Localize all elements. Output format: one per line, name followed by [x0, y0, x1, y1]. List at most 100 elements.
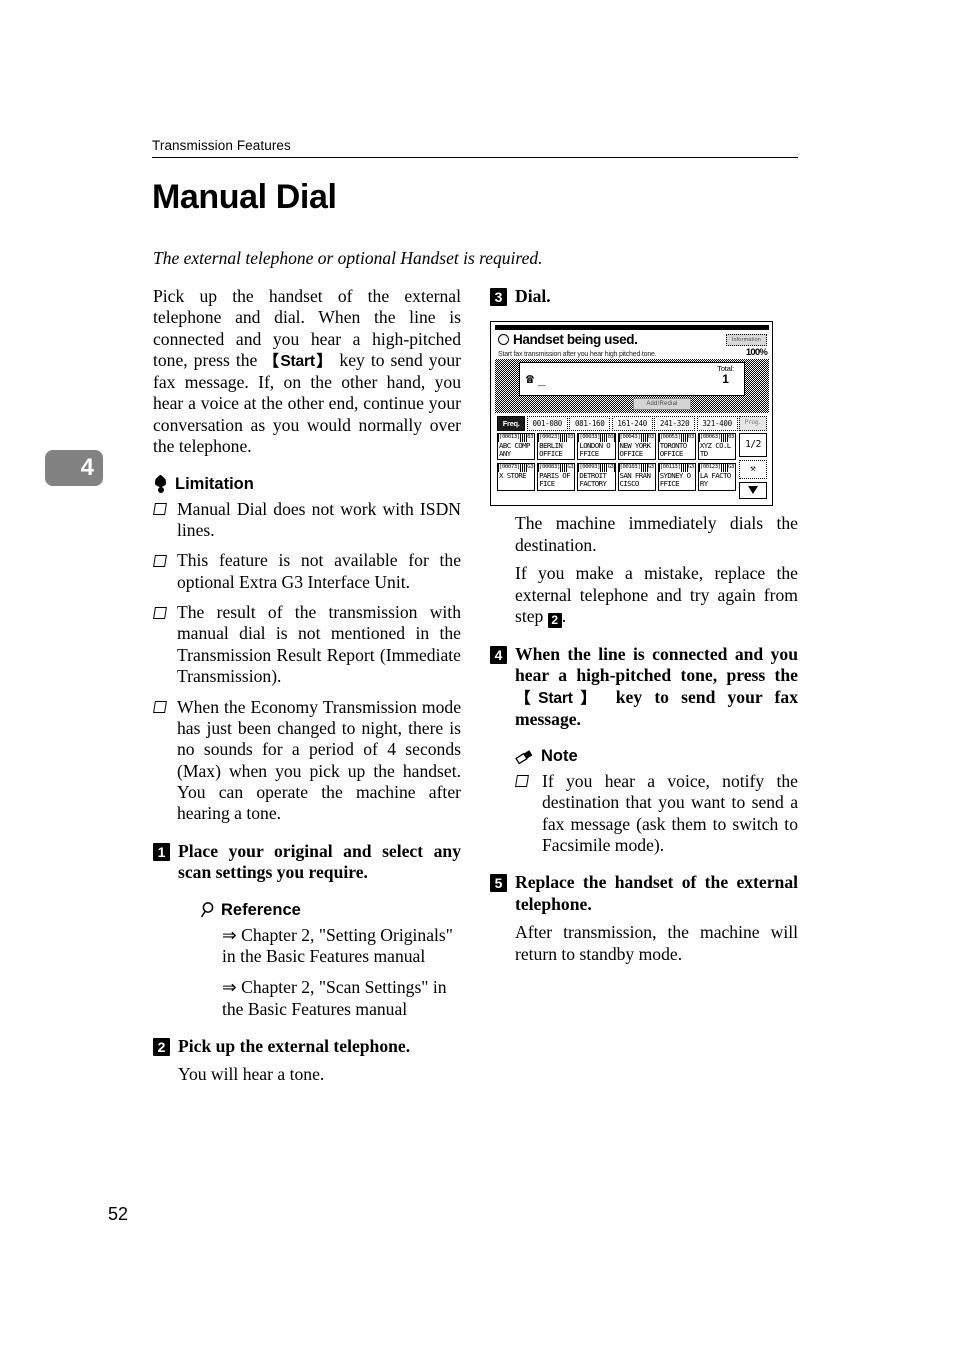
note-list: If you hear a voice, notify the destinat…	[515, 771, 798, 857]
reference-heading-label: Reference	[221, 900, 301, 919]
information-button[interactable]: Information	[725, 333, 767, 346]
add-redial-button[interactable]: Add/Redial	[633, 398, 691, 411]
step-number-badge: 2	[153, 1038, 170, 1057]
right-column: 3 Dial. Handset being used. Information …	[490, 286, 798, 965]
cell-header: [00073] G3	[498, 464, 535, 473]
cell-code: [00073]	[499, 464, 520, 473]
cell-header: [00093] G3	[578, 464, 615, 473]
lcd-subtitle: Start fax transmission after you hear hi…	[498, 351, 657, 359]
step-3-body-2-part2: .	[561, 605, 567, 626]
speed-dial-cell[interactable]: [00093] G3 DETROIT FACTORY	[577, 463, 616, 491]
cell-line-1: PARIS OF	[539, 472, 570, 481]
cell-code: [00013]	[499, 434, 520, 442]
page-title: Manual Dial	[152, 178, 337, 216]
inline-step-reference: 2	[547, 612, 562, 628]
reference-heading: Reference	[200, 901, 461, 920]
step-3-body-1: The machine immediately dials the destin…	[515, 513, 798, 555]
cell-line-2: FACTORY	[579, 480, 607, 489]
cell-line-1: LONDON O	[579, 441, 611, 450]
lcd-status-title: Handset being used.	[513, 332, 638, 348]
step-3-title: Dial.	[515, 286, 551, 306]
cell-header: [00013] 03	[498, 434, 535, 442]
step-2: 2 Pick up the external telephone. You wi…	[153, 1036, 461, 1086]
cell-line-1: XYZ CO.L	[699, 441, 731, 450]
tab-freq[interactable]: Freq.	[497, 416, 526, 432]
cell-type: 03	[687, 434, 694, 442]
destination-entry-field[interactable]: ☎ _ Total: 1	[519, 362, 745, 397]
speed-dial-cell[interactable]: [00113] G3 SYDNEY O FFICE	[657, 463, 696, 491]
speed-dial-cell[interactable]: [00023] 03 BERLIN OFFICE	[537, 433, 576, 461]
cell-code: [00063]	[699, 434, 721, 442]
cell-line-2: OFFICE	[659, 450, 684, 459]
step-4-title-part1: When the line is connected and you hear …	[515, 643, 798, 686]
speed-dial-cell[interactable]: [00063] 03 XYZ CO.L TD	[697, 433, 737, 461]
start-key-label: 【Start】	[515, 689, 604, 707]
speed-dial-cell[interactable]: [00073] G3 X STORE	[497, 463, 536, 491]
limitation-heading: Limitation	[153, 475, 461, 494]
cell-line-2: FFICE	[659, 480, 680, 489]
lcd-status-row: Handset being used. Information	[495, 330, 769, 347]
total-value: 1	[722, 372, 729, 387]
step-3: 3 Dial.	[490, 286, 798, 307]
speed-dial-cell[interactable]: [00013] 03 ABC COMP ANY	[497, 433, 536, 461]
left-column: Pick up the handset of the external tele…	[153, 286, 461, 1086]
telephone-icon: ☎	[526, 371, 534, 387]
lcd-tab-bar: Freq. 001-080 081-160 161-240 241-320 32…	[495, 413, 769, 433]
chapter-tab: 4	[45, 450, 103, 486]
cell-type: G3	[527, 464, 534, 473]
lcd-subtitle-row: Start fax transmission after you hear hi…	[495, 347, 769, 359]
ring-icon	[498, 334, 509, 346]
cell-header: [00033] 03	[578, 434, 615, 442]
cell-line-2: OFFICE	[619, 450, 644, 459]
cell-header: [00083] G3	[538, 464, 575, 473]
lcd-percent-indicator: 100%	[745, 347, 768, 359]
cell-type: G3	[647, 464, 654, 473]
cell-code: [00113]	[659, 464, 681, 473]
step-2-body: You will hear a tone.	[178, 1064, 325, 1085]
header-rule	[152, 157, 798, 158]
cell-type: G3	[728, 464, 735, 473]
cell-header: [00053] 03	[658, 434, 695, 442]
cell-type: G3	[567, 464, 574, 473]
cell-type: 03	[607, 434, 614, 442]
cell-line-1: SAN FRAN	[619, 472, 651, 481]
entry-value: _	[537, 371, 546, 387]
step-number-badge: 5	[490, 874, 507, 893]
cell-type: 03	[567, 434, 574, 442]
cell-type: 03	[728, 434, 735, 442]
note-heading-label: Note	[541, 746, 578, 765]
list-item: This feature is not available for the op…	[153, 550, 461, 593]
cell-header: [00063] 03	[698, 434, 736, 442]
step-5-title: Replace the handset of the external tele…	[515, 872, 798, 914]
cell-line-1: BERLIN	[539, 441, 563, 450]
cell-line-2: FICE	[539, 480, 555, 489]
step-4: 4 When the line is connected and you hea…	[490, 644, 798, 857]
cell-line-2: TD	[699, 450, 708, 459]
tab-081-160[interactable]: 081-160	[569, 416, 611, 432]
tab-321-400[interactable]: 321-400	[696, 416, 738, 432]
speed-dial-cell[interactable]: [00083] G3 PARIS OF FICE	[537, 463, 576, 491]
speed-dial-cell[interactable]: [00123] G3 LA FACTO RY	[697, 463, 737, 491]
tab-161-240[interactable]: 161-240	[611, 416, 653, 432]
reference-item: ⇒ Chapter 2, "Setting Originals" in the …	[222, 924, 453, 966]
limitation-heading-label: Limitation	[175, 474, 254, 493]
step-3-body-2: If you make a mistake, replace the exter…	[490, 563, 798, 628]
tab-241-320[interactable]: 241-320	[654, 416, 696, 432]
speed-dial-cell[interactable]: [00033] 03 LONDON O FFICE	[577, 433, 616, 461]
tab-001-080[interactable]: 001-080	[526, 416, 568, 432]
cell-type: G3	[687, 464, 694, 473]
scroll-down-button[interactable]	[739, 482, 767, 500]
cell-header: [00113] G3	[658, 464, 695, 473]
cell-line-2: ANY	[499, 450, 511, 459]
speed-dial-cell[interactable]: [00043] 03 NEW YORK OFFICE	[617, 433, 656, 461]
switch-icon[interactable]: ⚒	[739, 460, 767, 480]
step-2-title: Pick up the external telephone.	[178, 1036, 411, 1057]
cell-line-1: TORONTO	[659, 441, 688, 450]
tab-overflow[interactable]: Prog.	[739, 416, 768, 432]
list-item: If you hear a voice, notify the destinat…	[515, 771, 798, 857]
speed-dial-cell[interactable]: [00103] G3 SAN FRAN CISCO	[617, 463, 656, 491]
speed-dial-cell[interactable]: [00053] 03 TORONTO OFFICE	[657, 433, 696, 461]
cell-line-1: ABC COMP	[499, 441, 530, 450]
cell-header: [00123] G3	[698, 464, 736, 473]
limitation-list: Manual Dial does not work with ISDN line…	[153, 499, 461, 825]
